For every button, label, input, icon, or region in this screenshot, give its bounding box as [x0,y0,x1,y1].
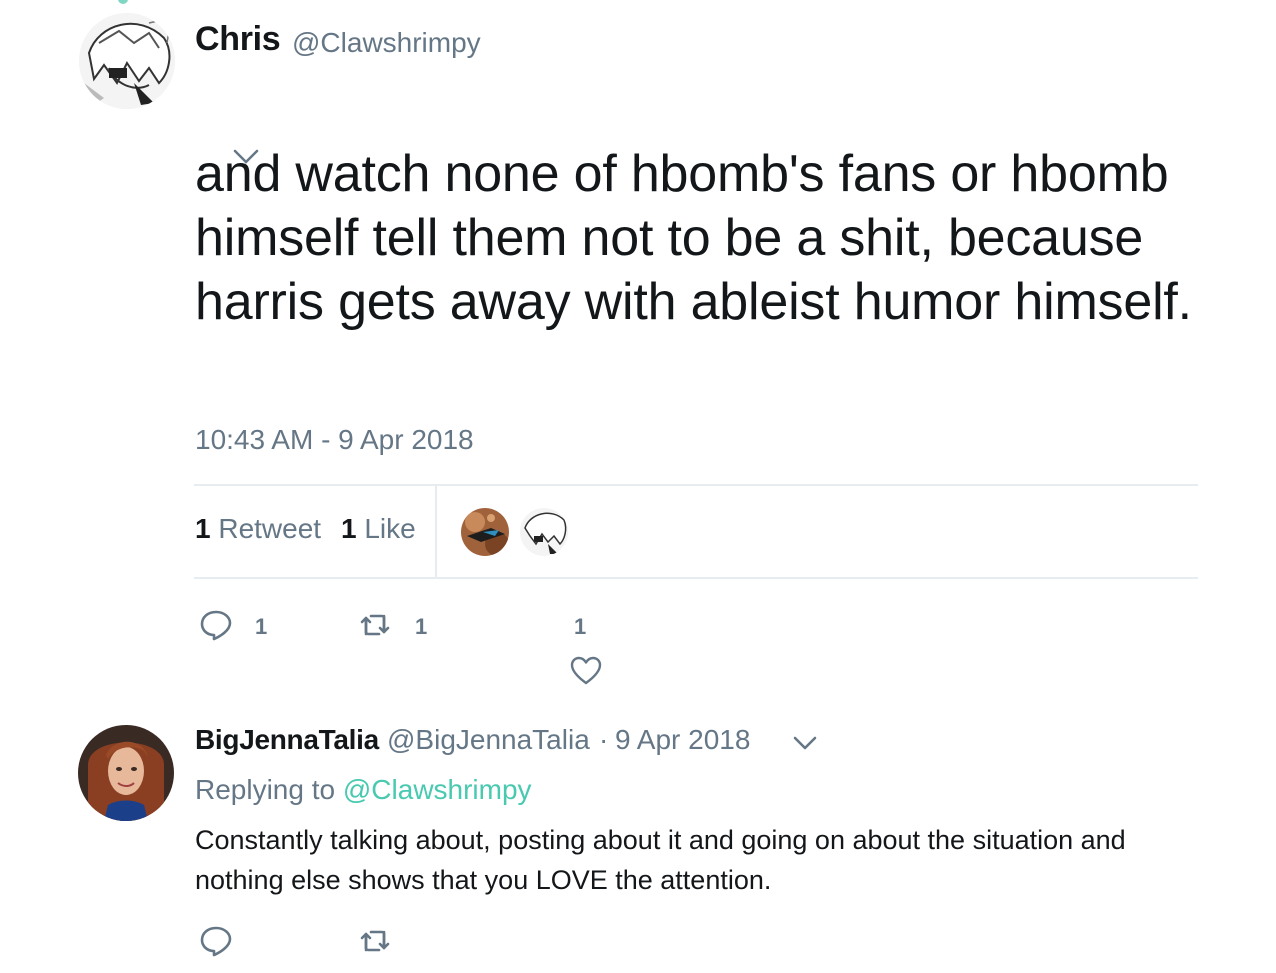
retweet-stat-count: 1 [195,513,211,544]
stats-divider [435,486,437,577]
chevron-down-icon[interactable] [792,734,818,752]
separator-dot: · [599,724,609,755]
reply-icon[interactable] [199,924,233,958]
retweet-icon[interactable] [358,608,392,642]
reply-date[interactable]: 9 Apr 2018 [615,724,750,756]
like-stat-count: 1 [341,513,357,544]
author-avatar[interactable] [79,13,175,109]
retweet-count: 1 [415,614,428,639]
author-handle[interactable]: @Clawshrimpy [292,27,481,59]
tweet-timestamp[interactable]: 10:43 AM - 9 Apr 2018 [195,424,474,456]
reply-author-name[interactable]: BigJennaTalia [195,724,379,756]
liker-avatar[interactable] [520,508,568,556]
presence-dot [118,0,128,4]
like-icon[interactable] [569,654,603,688]
like-stat[interactable]: 1 Like [341,513,416,545]
replying-to-mention[interactable]: @Clawshrimpy [343,774,532,805]
divider [194,577,1198,579]
retweet-icon[interactable] [358,924,392,958]
like-stat-label: Like [364,513,416,544]
replying-to: Replying to @Clawshrimpy [195,774,532,806]
retweet-stat[interactable]: 1 Retweet [195,513,321,545]
reply-text: Constantly talking about, posting about … [195,825,1126,895]
author-name[interactable]: Chris [195,20,281,59]
chevron-down-icon[interactable] [232,148,260,166]
reply-author-avatar[interactable] [78,725,174,821]
replying-to-label: Replying to [195,774,336,805]
divider [194,484,1198,486]
reply-author-handle[interactable]: @BigJennaTalia [387,724,590,756]
retweet-stat-label: Retweet [218,513,322,544]
liker-avatar[interactable] [461,508,509,556]
reply-count: 1 [255,614,268,639]
like-count: 1 [574,614,587,639]
tweet-text: and watch none of hbomb's fans or hbomb … [195,145,1192,331]
reply-icon[interactable] [199,608,233,642]
